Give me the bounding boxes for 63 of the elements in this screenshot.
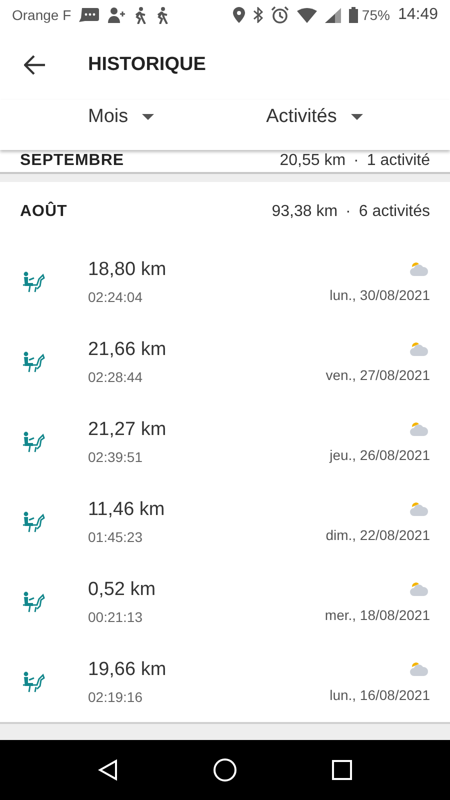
filter-dropdown[interactable]: Mois	[88, 100, 154, 134]
alarm-icon	[270, 6, 289, 24]
square-recents-icon	[332, 760, 352, 780]
horse-rider-icon	[20, 349, 46, 375]
bluetooth-icon	[252, 7, 263, 23]
back-nav-button[interactable]	[98, 759, 118, 781]
horse-rider-icon	[20, 589, 46, 615]
activity-distance[interactable]: 11,46 km	[88, 499, 326, 521]
message-icon	[79, 8, 100, 22]
activity-date: lun., 30/08/2021	[330, 287, 430, 303]
clock-time: 14:49	[398, 6, 438, 24]
activity-distance[interactable]: 21,27 km	[88, 419, 330, 441]
signal-icon	[324, 8, 341, 22]
dropdown-caret-icon	[142, 114, 154, 120]
dropdown-caret-icon	[350, 114, 363, 120]
activity-duration: 01:45:23	[88, 529, 144, 545]
activity-count: 6 activités	[358, 203, 430, 221]
activity-date: mer., 18/08/2021	[324, 607, 430, 623]
horse-rider-icon	[20, 269, 46, 295]
home-nav-button[interactable]	[212, 758, 237, 782]
horse-rider-icon	[20, 509, 46, 535]
month-distance: 93,38 km	[272, 203, 338, 221]
person-add-icon	[107, 7, 126, 23]
sun-cloud-icon	[408, 661, 430, 677]
separator-dot: ·	[346, 203, 351, 221]
location-pin-icon	[232, 7, 245, 23]
battery-icon	[348, 7, 358, 23]
battery-percent: 75%	[362, 7, 390, 23]
horse-rider-icon	[20, 669, 46, 695]
activity-distance[interactable]: 19,66 km	[88, 659, 330, 681]
activity-duration: 02:19:16	[88, 689, 144, 705]
activity-duration: 02:28:44	[88, 369, 144, 385]
filter-dropdown[interactable]: Activités	[266, 100, 363, 134]
wifi-icon	[296, 8, 317, 22]
separator-dot: ·	[354, 152, 359, 170]
activity-date: ven., 27/08/2021	[326, 367, 430, 383]
back-arrow-icon	[24, 55, 46, 75]
activity-duration: 02:39:51	[88, 449, 144, 465]
sun-cloud-icon	[408, 341, 430, 357]
activity-duration: 00:21:13	[88, 609, 144, 625]
month-name: SEPTEMBRE	[20, 152, 124, 170]
activity-distance[interactable]: 0,52 km	[88, 579, 325, 601]
activity-date: lun., 16/08/2021	[330, 687, 430, 703]
recents-nav-button[interactable]	[332, 760, 352, 780]
carrier-name: Orange F	[12, 7, 72, 23]
activity-count: 1 activité	[366, 152, 430, 170]
home-circle-icon	[212, 758, 237, 782]
sun-cloud-icon	[408, 501, 430, 517]
horse-rider-icon	[20, 429, 46, 455]
month-name: AOÛT	[20, 203, 68, 221]
walking-icon	[155, 6, 170, 24]
page-title: HISTORIQUE	[88, 54, 206, 76]
sun-cloud-icon	[408, 581, 430, 597]
sun-cloud-icon	[408, 261, 430, 277]
sun-cloud-icon	[408, 421, 430, 437]
triangle-back-icon	[98, 759, 118, 781]
activity-date: jeu., 26/08/2021	[330, 447, 430, 463]
activity-distance[interactable]: 18,80 km	[88, 259, 330, 281]
walking-icon	[133, 6, 148, 24]
activity-distance[interactable]: 21,66 km	[88, 339, 326, 361]
month-distance: 20,55 km	[280, 152, 346, 170]
activity-duration: 02:24:04	[88, 289, 144, 305]
activity-date: dim., 22/08/2021	[326, 527, 430, 543]
